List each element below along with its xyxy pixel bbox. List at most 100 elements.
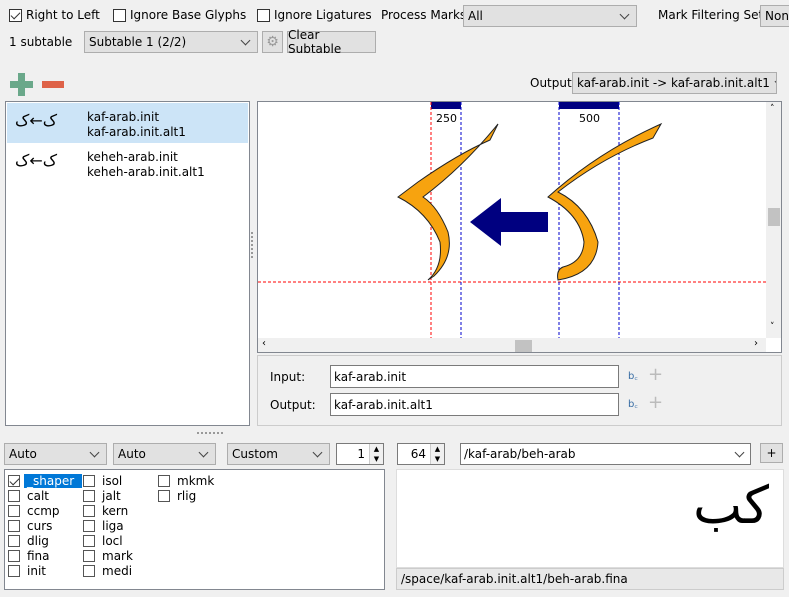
subtable-count: 1 subtable bbox=[9, 35, 73, 49]
preview-text-input[interactable]: /kaf-arab/beh-arab bbox=[460, 443, 751, 465]
horizontal-scrollbar[interactable]: ‹ › bbox=[258, 338, 766, 352]
feature-checkbox-liga[interactable]: liga bbox=[83, 518, 127, 533]
output-glyph-field[interactable]: kaf-arab.init.alt1 bbox=[330, 393, 619, 416]
add-rule-button[interactable] bbox=[10, 73, 33, 96]
advance-label: 500 bbox=[579, 112, 600, 125]
feature-label: isol bbox=[102, 473, 123, 488]
output-glyph bbox=[397, 123, 499, 281]
clear-subtable-button[interactable]: Clear Subtable bbox=[287, 28, 376, 56]
feature-checkbox-mark[interactable]: mark bbox=[83, 548, 136, 563]
scroll-down-icon: ˅ bbox=[770, 322, 775, 332]
add-text-button[interactable]: + bbox=[760, 443, 783, 463]
checkbox-label: Right to Left bbox=[26, 8, 100, 22]
remove-rule-button[interactable] bbox=[42, 81, 64, 88]
input-glyph-field[interactable]: kaf-arab.init bbox=[330, 365, 619, 388]
output-select[interactable]: kaf-arab.init -> kaf-arab.init.alt1 bbox=[572, 72, 777, 94]
process-marks-select[interactable]: All bbox=[463, 5, 637, 27]
horizontal-splitter[interactable] bbox=[197, 432, 223, 434]
feature-checkbox-rlig[interactable]: rlig bbox=[158, 488, 199, 503]
chevron-down-icon bbox=[240, 35, 251, 46]
chevron-down-icon bbox=[619, 9, 630, 20]
rule-glyph-preview-icon: ک←ک bbox=[15, 151, 58, 170]
feature-checkbox-init[interactable]: init bbox=[8, 563, 49, 578]
checkbox-box bbox=[158, 489, 170, 502]
right-to-left-checkbox[interactable]: Right to Left bbox=[9, 8, 100, 22]
ignore-ligatures-checkbox[interactable]: Ignore Ligatures bbox=[257, 8, 372, 22]
field-value: kaf-arab.init bbox=[334, 369, 407, 384]
feature-checkbox-dlig[interactable]: dlig bbox=[8, 533, 52, 548]
feature-checkbox-kern[interactable]: kern bbox=[83, 503, 131, 518]
feature-checkbox-isol[interactable]: isol bbox=[83, 473, 125, 488]
select-value: Auto bbox=[118, 447, 146, 461]
count-spinner[interactable]: 1 ▲ ▼ bbox=[336, 443, 384, 465]
select-value: Custom bbox=[232, 447, 278, 461]
advance-label: 250 bbox=[436, 112, 457, 125]
glyph-canvas[interactable]: 250 500 ˄ ˅ ‹ › bbox=[257, 101, 782, 353]
language-select[interactable]: Auto bbox=[113, 443, 216, 465]
output-label: Output: bbox=[270, 398, 316, 412]
feature-label: mkmk bbox=[177, 473, 215, 488]
status-text: /space/kaf-arab.init.alt1/beh-arab.fina bbox=[401, 572, 628, 586]
rule-item[interactable]: ک←ک keheh-arab.init keheh-arab.init.alt1 bbox=[7, 143, 248, 183]
feature-label: calt bbox=[27, 488, 49, 503]
glyph-picker-icon[interactable]: b꜀ bbox=[628, 396, 638, 410]
rule-glyph-preview-icon: ک←ک bbox=[15, 111, 58, 130]
checkbox-box bbox=[83, 549, 95, 562]
script-select[interactable]: Auto bbox=[4, 443, 107, 465]
checkbox-box bbox=[8, 489, 20, 502]
rule-item[interactable]: ک←ک kaf-arab.init kaf-arab.init.alt1 bbox=[7, 103, 248, 143]
plus-icon[interactable]: + bbox=[648, 392, 663, 413]
feature-checkbox-medi[interactable]: medi bbox=[83, 563, 135, 578]
rule-input: keheh-arab.init bbox=[87, 150, 178, 164]
spinner-arrows-icon[interactable]: ▲ ▼ bbox=[369, 444, 383, 464]
feature-label: locl bbox=[102, 533, 123, 548]
feature-label: ccmp bbox=[27, 503, 60, 518]
mark-filtering-set-select[interactable]: Non bbox=[760, 5, 789, 27]
chevron-down-icon bbox=[198, 447, 209, 458]
feature-checkbox-fina[interactable]: fina bbox=[8, 548, 53, 563]
button-label: + bbox=[766, 446, 777, 460]
select-value: Subtable 1 (2/2) bbox=[89, 35, 187, 49]
chevron-down-icon bbox=[774, 76, 776, 87]
feature-checkbox-curs[interactable]: curs bbox=[8, 518, 55, 533]
spinner-arrows-icon[interactable]: ▲ ▼ bbox=[430, 444, 444, 464]
feature-label: dlig bbox=[27, 533, 49, 548]
checkbox-box bbox=[8, 504, 20, 517]
input-label: Input: bbox=[270, 370, 306, 384]
chevron-down-icon[interactable] bbox=[734, 447, 745, 458]
glyph-picker-icon[interactable]: b꜀ bbox=[628, 368, 638, 382]
field-value: /kaf-arab/beh-arab bbox=[464, 447, 576, 461]
checkbox-box bbox=[83, 534, 95, 547]
feature-label: medi bbox=[102, 563, 133, 578]
checkbox-box bbox=[8, 519, 20, 532]
output-label: Output: bbox=[530, 76, 576, 90]
feature-label: init bbox=[27, 563, 46, 578]
feature-checkbox-mkmk[interactable]: mkmk bbox=[158, 473, 217, 488]
feature-checkbox-shaper[interactable]: _shaper bbox=[8, 473, 82, 488]
feature-checkbox-jalt[interactable]: jalt bbox=[83, 488, 124, 503]
rule-input: kaf-arab.init bbox=[87, 110, 160, 124]
feature-checkbox-ccmp[interactable]: ccmp bbox=[8, 503, 63, 518]
field-value: kaf-arab.init.alt1 bbox=[334, 397, 433, 412]
plus-icon[interactable]: + bbox=[648, 364, 663, 385]
features-list[interactable]: _shaper calt ccmp curs dlig fina init isol jalt k… bbox=[4, 469, 385, 590]
feature-checkbox-locl[interactable]: locl bbox=[83, 533, 126, 548]
rule-output: kaf-arab.init.alt1 bbox=[87, 125, 186, 139]
rules-list[interactable]: ک←ک kaf-arab.init kaf-arab.init.alt1 ک←ک… bbox=[5, 101, 250, 426]
subtable-settings-button[interactable]: ⚙ bbox=[262, 31, 283, 53]
button-label: Clear Subtable bbox=[288, 28, 342, 56]
vertical-scrollbar[interactable]: ˄ ˅ bbox=[766, 102, 781, 338]
select-value: kaf-arab.init -> kaf-arab.init.alt1 bbox=[577, 76, 770, 90]
vertical-splitter[interactable] bbox=[251, 232, 254, 258]
feature-checkbox-calt[interactable]: calt bbox=[8, 488, 52, 503]
checkbox-box bbox=[83, 489, 95, 502]
checkbox-box bbox=[83, 564, 95, 577]
direction-select[interactable]: Custom bbox=[227, 443, 330, 465]
subtable-select[interactable]: Subtable 1 (2/2) bbox=[84, 31, 258, 53]
font-size-spinner[interactable]: 64 ▲ ▼ bbox=[397, 443, 445, 465]
scroll-thumb bbox=[768, 208, 780, 226]
ignore-base-glyphs-checkbox[interactable]: Ignore Base Glyphs bbox=[113, 8, 246, 22]
input-glyph bbox=[547, 122, 663, 281]
checkbox-box bbox=[8, 534, 20, 547]
advance-marker-bar bbox=[559, 102, 619, 109]
